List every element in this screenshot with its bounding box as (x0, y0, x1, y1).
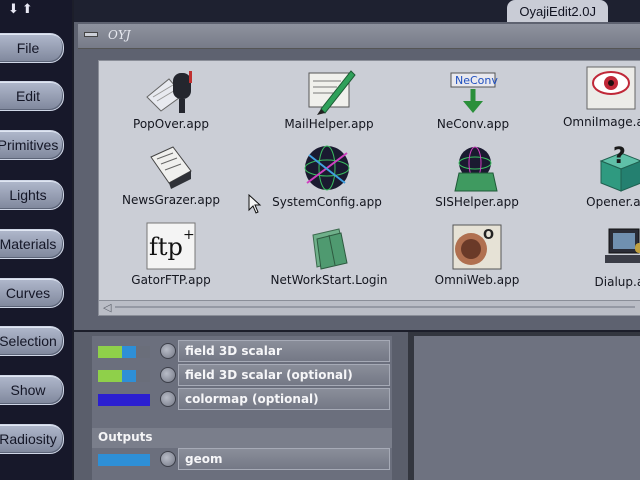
port-color-swatch (98, 394, 150, 406)
app-label: OmniImage.app (562, 115, 640, 129)
path-label: OYJ (108, 28, 131, 42)
app-dialup[interactable]: Dialup.app (567, 223, 640, 289)
app-newsgrazer[interactable]: NewsGrazer.app (111, 145, 231, 207)
app-omniimage[interactable]: OmniImage.app (551, 63, 640, 129)
port-label-box[interactable]: field 3D scalar (178, 340, 390, 362)
app-label: PopOver.app (133, 117, 209, 131)
horizontal-scrollbar[interactable]: ◁ (98, 300, 640, 316)
sidebar: ⬇⬆ File Edit Primitives Lights Materials… (0, 0, 72, 480)
app-omniweb[interactable]: O OmniWeb.app (417, 221, 537, 287)
globe-grid-icon (304, 145, 350, 191)
ftp-icon: ftp + (146, 222, 196, 270)
viewport-area[interactable] (414, 336, 640, 480)
app-icon-grid: PopOver.app MailHelper.app NeConv NeConv… (98, 60, 640, 302)
outputs-header-label: Outputs (98, 430, 153, 444)
app-label: NetWorkStart.Login (270, 273, 388, 287)
newspaper-icon (150, 146, 192, 189)
network-folder-icon (312, 228, 348, 270)
window-minimize-icon[interactable] (84, 32, 98, 37)
app-mailhelper[interactable]: MailHelper.app (269, 65, 389, 131)
menu-curves-button[interactable]: Curves (0, 278, 64, 308)
app-neconv[interactable]: NeConv NeConv.app (413, 65, 533, 131)
app-gatorftp[interactable]: ftp + GatorFTP.app (111, 221, 231, 287)
menu-radiosity-button[interactable]: Radiosity (0, 424, 64, 454)
window-title: OyajiEdit2.0J (507, 0, 608, 22)
output-port-row[interactable]: geom (92, 448, 392, 470)
port-color-swatch (98, 454, 150, 466)
scroll-left-icon[interactable]: ◁ (103, 301, 111, 314)
port-radio-button[interactable] (160, 343, 176, 359)
menu-primitives-button[interactable]: Primitives (0, 130, 64, 160)
app-label: Opener.app (586, 195, 640, 209)
menu-show-button[interactable]: Show (0, 375, 64, 405)
port-label-box[interactable]: geom (178, 448, 390, 470)
port-label-box[interactable]: field 3D scalar (optional) (178, 364, 390, 386)
mailbox-icon (146, 71, 192, 113)
port-color-swatch (98, 370, 150, 382)
scroll-arrows-icon[interactable]: ⬇⬆ (8, 2, 36, 17)
port-label: geom (185, 452, 223, 466)
port-label: field 3D scalar (185, 344, 282, 358)
dialup-computer-icon (605, 228, 640, 263)
menu-selection-button[interactable]: Selection (0, 326, 64, 356)
app-label: Dialup.app (594, 275, 640, 289)
menu-materials-button[interactable]: Materials (0, 229, 64, 259)
app-label: GatorFTP.app (131, 273, 211, 287)
svg-text:ftp: ftp (149, 233, 183, 261)
app-systemconfig[interactable]: SystemConfig.app (267, 143, 387, 209)
input-port-row[interactable]: field 3D scalar (optional) (92, 364, 392, 386)
neconv-icon: NeConv (450, 72, 498, 113)
port-radio-button[interactable] (160, 391, 176, 407)
port-label-box[interactable]: colormap (optional) (178, 388, 390, 410)
ports-panel: field 3D scalar field 3D scalar (optiona… (74, 332, 408, 480)
svg-text:?: ? (613, 144, 626, 169)
app-opener[interactable]: ? Opener.app (561, 143, 640, 209)
port-radio-button[interactable] (160, 367, 176, 383)
svg-text:O: O (483, 228, 494, 243)
app-networkstart[interactable]: NetWorkStart.Login (269, 225, 389, 287)
app-label: SystemConfig.app (272, 195, 382, 209)
file-viewer-window: OyajiEdit2.0J OYJ PopOver.app MailHelper… (74, 0, 640, 330)
app-label: NeConv.app (436, 117, 510, 131)
app-label: OmniWeb.app (434, 273, 520, 287)
port-label: colormap (optional) (185, 392, 319, 406)
menu-file-button[interactable]: File (0, 33, 64, 63)
omniweb-icon: O (452, 224, 502, 270)
mail-pen-icon (308, 70, 356, 115)
question-box-icon: ? (599, 144, 640, 192)
app-label: MailHelper.app (284, 117, 374, 131)
globe-folder-icon (454, 146, 498, 192)
ports-list: field 3D scalar field 3D scalar (optiona… (92, 336, 392, 480)
svg-text:+: + (183, 227, 195, 243)
app-label: SISHelper.app (435, 195, 519, 209)
app-sishelper[interactable]: SISHelper.app (417, 143, 537, 209)
menu-edit-button[interactable]: Edit (0, 81, 64, 111)
app-label: NewsGrazer.app (122, 193, 220, 207)
svg-text:NeConv: NeConv (455, 74, 498, 87)
eye-image-icon (586, 66, 636, 110)
app-popover[interactable]: PopOver.app (111, 67, 231, 131)
viewport-panel (408, 332, 640, 480)
port-label: field 3D scalar (optional) (185, 368, 353, 382)
outputs-header: Outputs (92, 428, 392, 448)
port-color-swatch (98, 346, 150, 358)
menu-lights-button[interactable]: Lights (0, 180, 64, 210)
scroll-track[interactable] (115, 306, 635, 308)
input-port-row[interactable]: field 3D scalar (92, 340, 392, 362)
path-bar: OYJ (78, 24, 640, 49)
port-radio-button[interactable] (160, 451, 176, 467)
input-port-row[interactable]: colormap (optional) (92, 388, 392, 410)
mouse-cursor-icon (248, 194, 262, 214)
window-titlebar[interactable]: OyajiEdit2.0J (74, 0, 640, 22)
